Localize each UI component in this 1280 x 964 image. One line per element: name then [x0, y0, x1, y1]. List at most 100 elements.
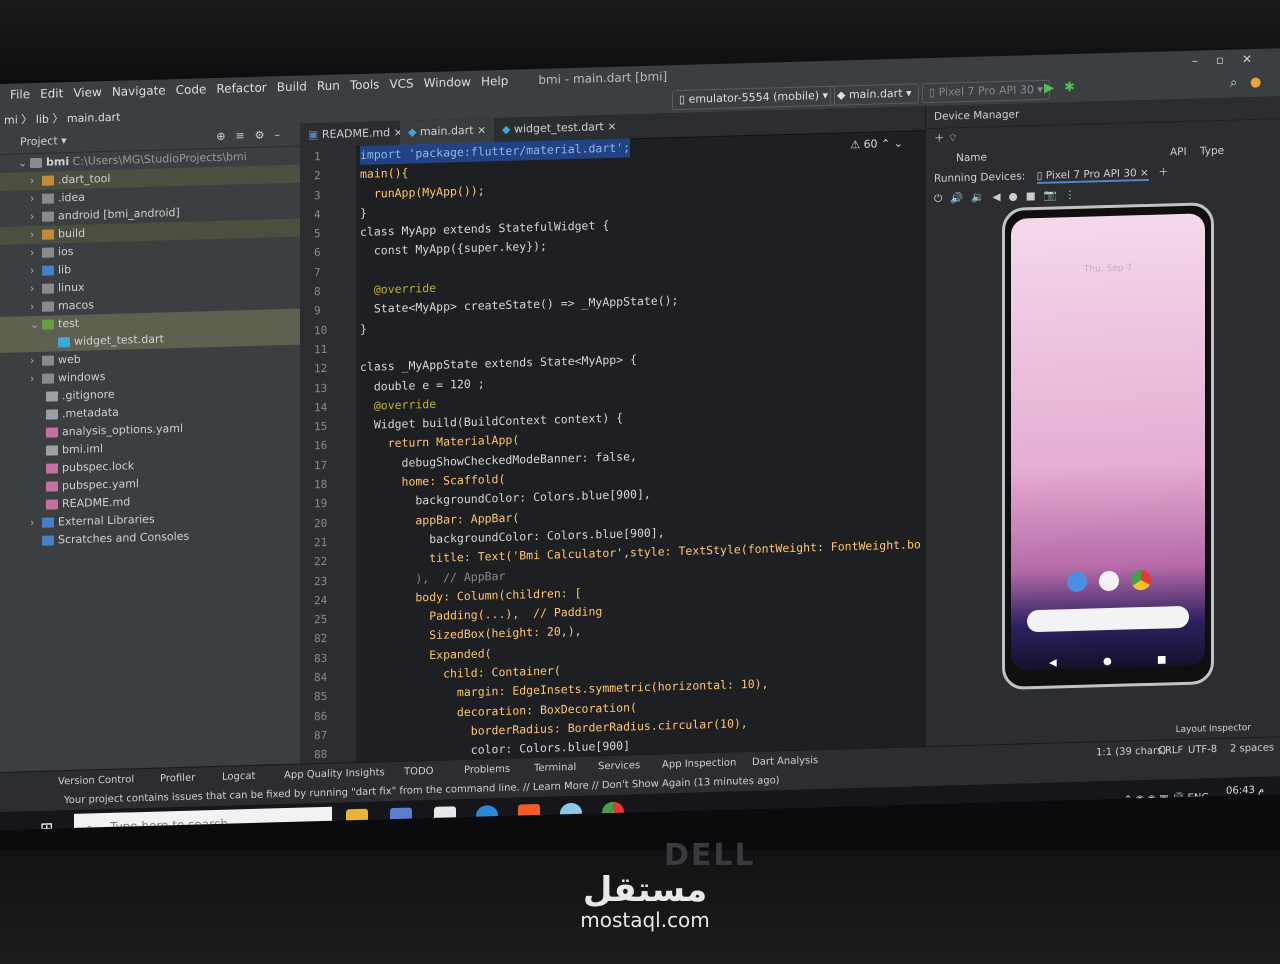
play-store-icon[interactable] [1099, 570, 1119, 592]
tree-item-label: web [58, 352, 81, 367]
system-tray[interactable]: ⌃ ◉ ◉ ▣ 🔊 ENG 06:43 م ١٢/٠٩/٢٠٢٣ [1124, 785, 1270, 811]
chevron-down-icon: ⌄ [18, 156, 28, 170]
project-panel-title: Project [20, 134, 58, 149]
messages-app-icon[interactable] [1067, 571, 1087, 593]
file-encoding[interactable]: UTF-8 [1188, 744, 1217, 756]
menu-help[interactable]: Help [481, 74, 508, 89]
avd-selector[interactable]: ▯ Pixel 7 Pro API 30 ▾ [922, 79, 1050, 104]
menu-file[interactable]: File [10, 87, 30, 102]
recents-icon[interactable]: ■ [1157, 654, 1166, 665]
folder-icon [42, 247, 54, 258]
folder-icon [42, 211, 54, 222]
line-number: 5 [314, 227, 321, 241]
menu-view[interactable]: View [73, 85, 101, 100]
device-selector[interactable]: ▯ emulator-5554 (mobile) ▾ [672, 85, 836, 111]
chevron-right-icon: › [30, 300, 35, 314]
menu-tools[interactable]: Tools [350, 77, 380, 92]
layout-inspector-link[interactable]: Layout Inspector [1176, 723, 1251, 735]
column-type[interactable]: Type [1200, 141, 1224, 162]
running-device-tab[interactable]: ▯ Pixel 7 Pro API 30 × [1036, 166, 1149, 185]
taskbar-search[interactable]: ⌕ Type here to search [74, 806, 332, 831]
debug-icon[interactable]: ✱ [1064, 80, 1075, 95]
wifi-icon[interactable]: ⌔ [948, 132, 958, 144]
window-controls[interactable]: –▫✕ [1192, 52, 1270, 68]
folder-icon [42, 355, 54, 366]
tree-item-label: analysis_options.yaml [62, 421, 184, 439]
chevron-down-icon: ⌄ [30, 317, 40, 332]
line-number: 2 [314, 169, 321, 183]
breadcrumb[interactable]: mi 〉 lib 〉 main.dart [4, 109, 120, 128]
cursor-position[interactable]: 1:1 (39 chars) [1096, 745, 1166, 758]
edge-icon[interactable] [476, 805, 498, 826]
chevron-right-icon: › [30, 210, 35, 224]
chevron-right-icon: › [30, 372, 35, 386]
update-icon[interactable]: ● [1250, 75, 1261, 90]
tool-problems[interactable]: Problems [464, 764, 510, 776]
menu-refactor[interactable]: Refactor [216, 81, 266, 96]
tool-dart-analysis[interactable]: Dart Analysis [752, 755, 818, 768]
chrome-icon[interactable] [602, 801, 624, 823]
tab-widget-test[interactable]: ◆ widget_test.dart × [494, 115, 624, 143]
tool-terminal[interactable]: Terminal [534, 762, 576, 774]
mail-icon[interactable] [434, 806, 456, 827]
folder-icon [42, 301, 54, 312]
project-panel-actions[interactable]: ⊕≡⚙– [216, 124, 290, 148]
home-icon[interactable]: ● [1103, 656, 1112, 667]
tool-app-quality-insights[interactable]: App Quality Insights [284, 767, 385, 781]
laptop-screen: File Edit View Navigate Code Refactor Bu… [0, 48, 1280, 831]
tool-logcat[interactable]: Logcat [222, 771, 255, 783]
tree-item-label: pubspec.lock [62, 459, 135, 475]
line-number: 18 [314, 477, 328, 492]
phone-screen[interactable]: Thu, Sep 7 ◀ ● ■ [1011, 213, 1205, 671]
line-number: 13 [314, 381, 328, 395]
input-language[interactable]: ENG [1188, 792, 1210, 804]
brave-icon[interactable] [518, 803, 540, 825]
tab-readme[interactable]: ▣ README.md × [300, 121, 411, 148]
menu-code[interactable]: Code [176, 82, 207, 97]
menu-build[interactable]: Build [277, 79, 307, 94]
clock[interactable]: 06:43 م ١٢/٠٩/٢٠٢٣ [1220, 785, 1270, 808]
indent-setting[interactable]: 2 spaces [1230, 742, 1274, 754]
tree-item-label: .dart_tool [58, 171, 111, 187]
column-api[interactable]: API [1170, 142, 1187, 162]
column-name[interactable]: Name [956, 147, 987, 168]
tool-todo[interactable]: TODO [404, 766, 434, 778]
back-icon[interactable]: ◀ [1049, 657, 1057, 668]
search-icon: ⌕ [86, 820, 93, 831]
store-icon[interactable] [390, 807, 412, 829]
search-icon[interactable]: ⌕ [1230, 75, 1237, 90]
tree-item-label: windows [58, 370, 106, 385]
line-number: 85 [314, 690, 328, 704]
tool-services[interactable]: Services [598, 760, 640, 772]
line-number: 9 [314, 304, 321, 318]
tree-item-label: test [58, 316, 80, 331]
scratch-icon [42, 535, 54, 546]
windows-start-icon[interactable]: ⊞ [40, 819, 53, 830]
chrome-app-icon[interactable] [1131, 569, 1151, 591]
menu-vcs[interactable]: VCS [389, 76, 413, 91]
menu-navigate[interactable]: Navigate [112, 83, 166, 99]
add-icon[interactable]: ＋ [934, 133, 945, 145]
tool-version-control[interactable]: Version Control [58, 774, 134, 787]
run-icon[interactable]: ▶ [1044, 81, 1054, 96]
line-separator[interactable]: CRLF [1158, 745, 1183, 757]
line-number: 23 [314, 574, 328, 588]
file-explorer-icon[interactable] [346, 808, 368, 830]
menu-run[interactable]: Run [317, 79, 340, 94]
menu-window[interactable]: Window [424, 75, 471, 90]
markdown-icon: ▣ [308, 128, 319, 142]
tree-item-label: lib [58, 263, 72, 277]
line-number: 20 [314, 516, 328, 530]
run-config-label: main.dart [848, 86, 903, 102]
code-area[interactable]: import 'package:flutter/material.dart'; … [360, 130, 925, 762]
tool-app-inspection[interactable]: App Inspection [662, 757, 736, 770]
add-icon[interactable]: ＋ [1158, 166, 1169, 178]
tab-label: widget_test.dart [513, 120, 604, 136]
menu-edit[interactable]: Edit [40, 86, 63, 101]
google-search-bar[interactable] [1027, 605, 1189, 633]
running-devices-label: Running Devices: [934, 170, 1026, 185]
run-config-selector[interactable]: ◆ main.dart ▾ [830, 83, 919, 106]
android-studio-icon[interactable] [560, 802, 582, 824]
tool-profiler[interactable]: Profiler [160, 773, 195, 785]
folder-icon [30, 157, 42, 169]
